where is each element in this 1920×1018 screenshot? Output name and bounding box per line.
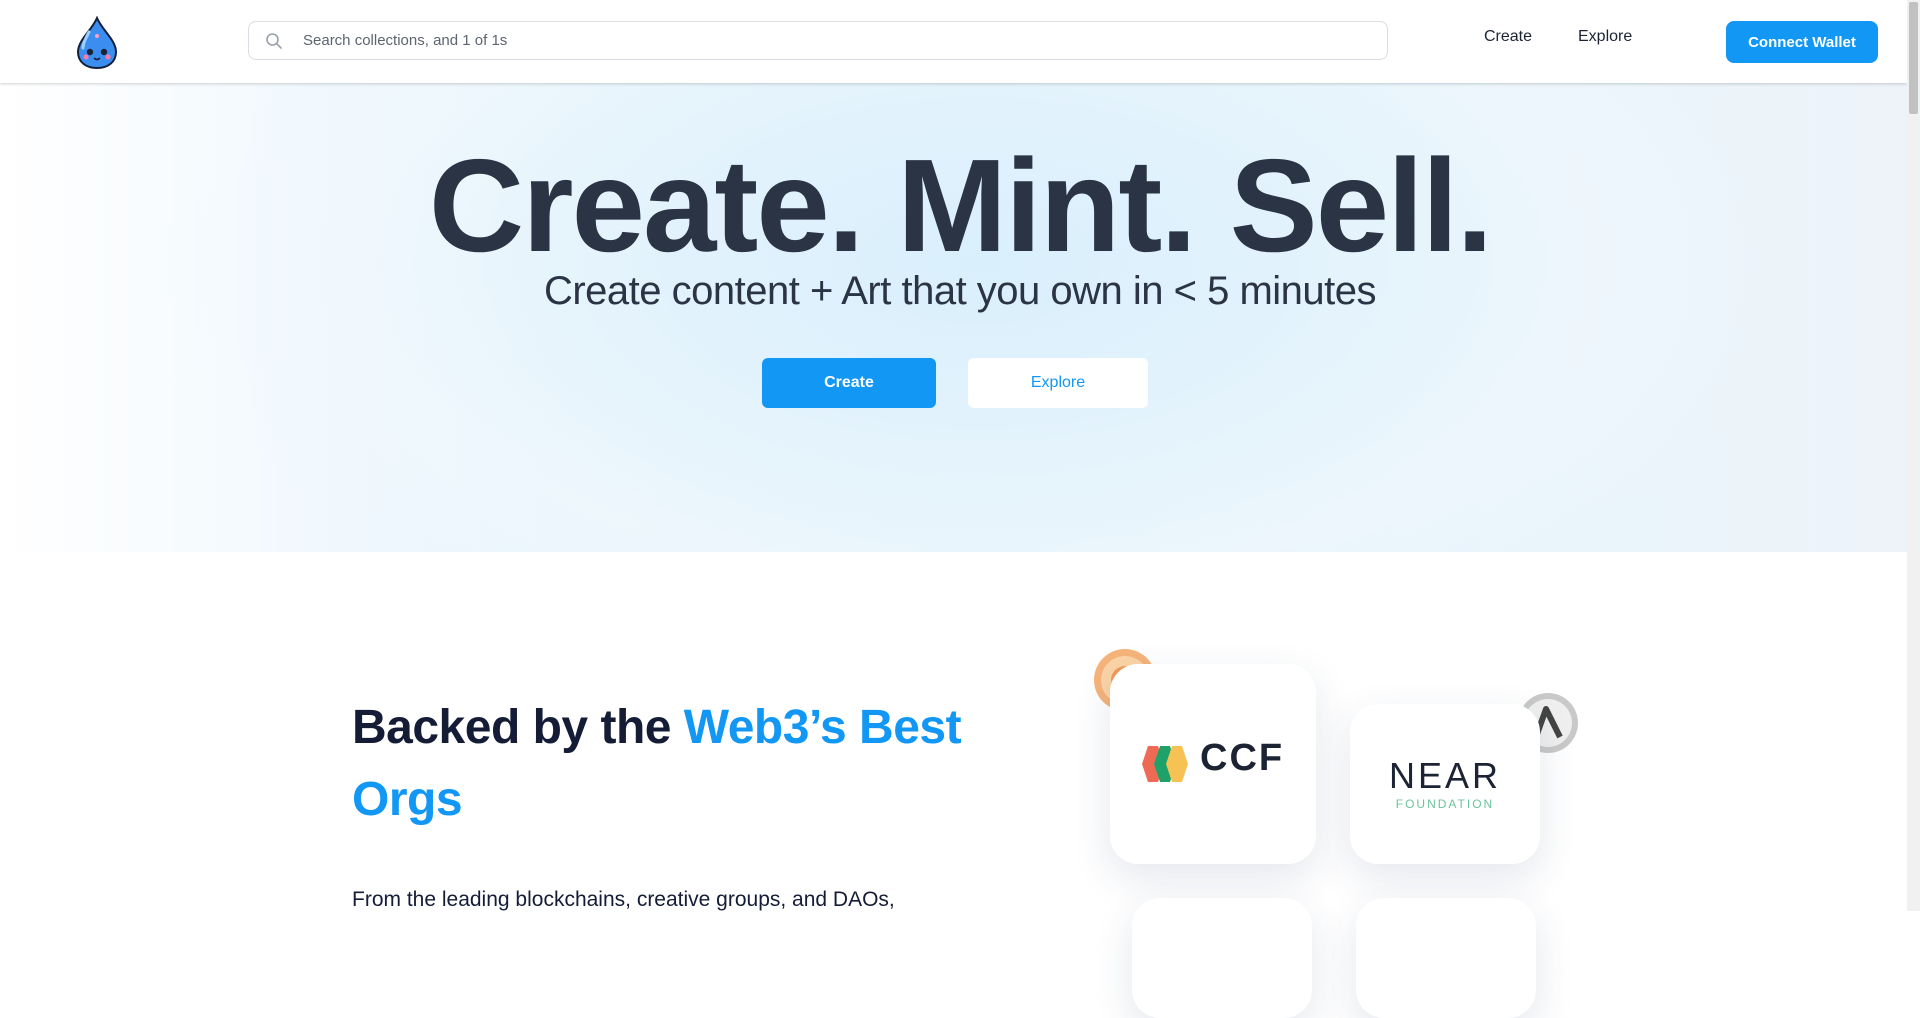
hero-create-button[interactable]: Create xyxy=(762,358,936,408)
nav-create-link[interactable]: Create xyxy=(1484,28,1532,46)
logo-card-partial-2 xyxy=(1356,898,1536,1018)
logo-card-near: NEAR FOUNDATION xyxy=(1350,704,1540,864)
search-bar[interactable] xyxy=(248,21,1388,60)
backed-heading: Backed by the Web3’s Best Orgs xyxy=(352,692,972,836)
top-navbar: Create Explore Connect Wallet xyxy=(0,0,1907,83)
connect-wallet-button[interactable]: Connect Wallet xyxy=(1726,21,1878,63)
backed-heading-plain: Backed by the xyxy=(352,701,684,754)
logo-card-partial-1 xyxy=(1132,898,1312,1018)
water-drop-logo-icon[interactable] xyxy=(74,16,120,70)
page-scrollbar[interactable] xyxy=(1907,0,1920,911)
hero-subtitle: Create content + Art that you own in < 5… xyxy=(543,269,1377,313)
near-logo-text: NEAR xyxy=(1388,755,1502,796)
search-icon xyxy=(266,32,282,49)
hero-explore-button[interactable]: Explore xyxy=(968,358,1148,408)
near-logo-subtext: FOUNDATION xyxy=(1395,797,1495,811)
ccf-logo-text: CCF xyxy=(1200,737,1285,779)
hero-title: Create. Mint. Sell. xyxy=(428,132,1493,279)
search-input[interactable] xyxy=(301,31,1305,50)
logo-card-ccf: CCF xyxy=(1110,664,1316,864)
hero-section: Create. Mint. Sell. Create content + Art… xyxy=(0,83,1907,552)
scrollbar-thumb[interactable] xyxy=(1909,2,1918,114)
backed-description: From the leading blockchains, creative g… xyxy=(352,888,895,911)
nav-explore-link[interactable]: Explore xyxy=(1578,28,1632,46)
